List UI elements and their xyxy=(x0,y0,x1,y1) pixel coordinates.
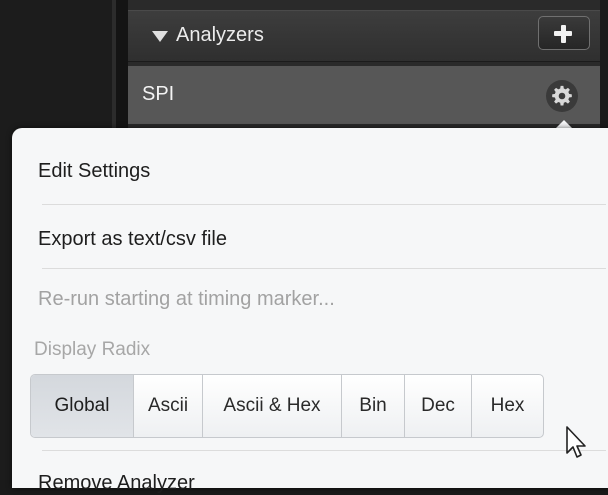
radix-option-global[interactable]: Global xyxy=(31,375,134,437)
gear-icon xyxy=(552,85,572,106)
menu-divider xyxy=(42,204,606,205)
menu-item-remove-analyzer[interactable]: Remove Analyzer xyxy=(38,472,195,495)
mouse-pointer-icon xyxy=(566,426,586,458)
analyzers-header[interactable]: Analyzers xyxy=(128,10,600,62)
radix-option-bin[interactable]: Bin xyxy=(342,375,405,437)
plus-icon xyxy=(554,25,572,43)
analyzer-row[interactable]: SPI xyxy=(128,66,600,124)
menu-divider xyxy=(42,268,606,269)
menu-divider xyxy=(42,450,606,451)
radix-option-ascii-hex[interactable]: Ascii & Hex xyxy=(203,375,342,437)
analyzer-settings-button[interactable] xyxy=(546,80,578,112)
menu-item-export[interactable]: Export as text/csv file xyxy=(38,228,227,251)
radix-option-hex[interactable]: Hex xyxy=(472,375,543,437)
radix-option-dec[interactable]: Dec xyxy=(405,375,472,437)
display-radix-label: Display Radix xyxy=(34,339,151,360)
panel-title: Analyzers xyxy=(176,24,264,46)
analyzers-panel: Analyzers SPI xyxy=(128,0,600,140)
radix-option-ascii[interactable]: Ascii xyxy=(134,375,203,437)
add-analyzer-button[interactable] xyxy=(538,16,590,50)
menu-item-rerun: Re-run starting at timing marker... xyxy=(38,288,335,310)
analyzer-name: SPI xyxy=(142,83,175,105)
radix-selector: Global Ascii Ascii & Hex Bin Dec Hex xyxy=(30,374,544,438)
menu-item-edit-settings[interactable]: Edit Settings xyxy=(38,160,150,183)
triangle-down-icon[interactable] xyxy=(152,31,168,42)
